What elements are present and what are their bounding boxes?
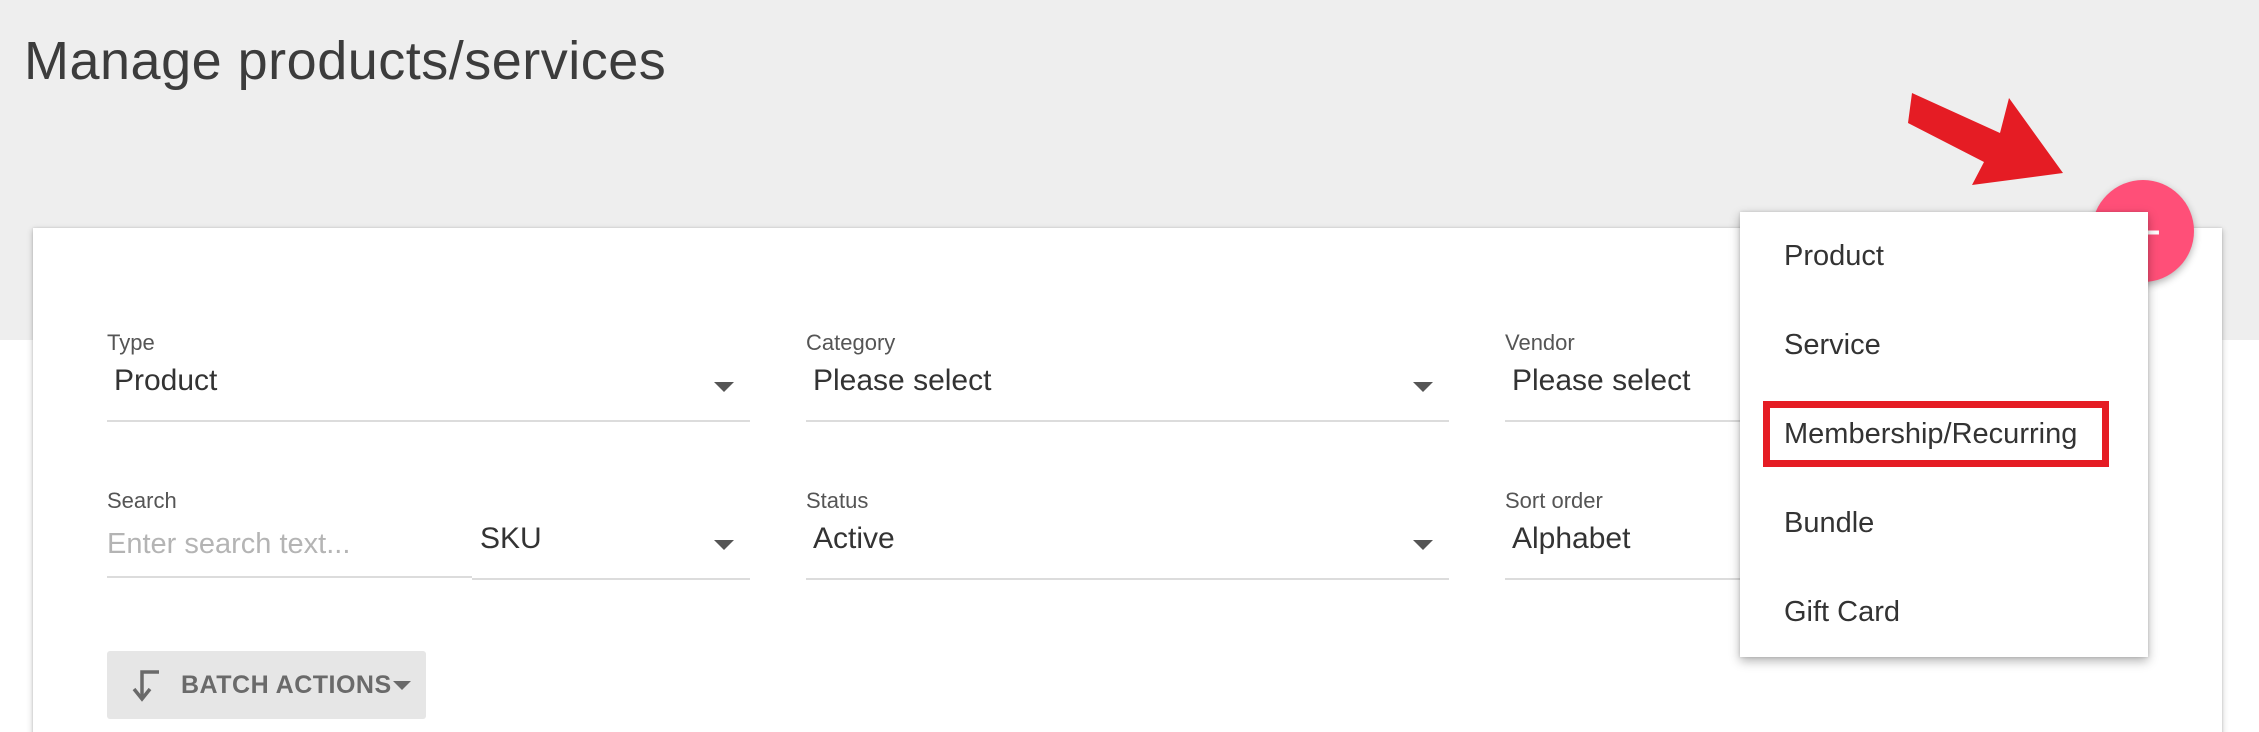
- search-label: Search: [107, 488, 177, 513]
- chevron-down-icon: [714, 540, 734, 550]
- search-field-select[interactable]: SKU: [472, 488, 750, 580]
- type-value: Product: [114, 364, 218, 397]
- vendor-label: Vendor: [1505, 330, 1575, 355]
- menu-item-gift-card[interactable]: Gift Card: [1784, 596, 1900, 629]
- sort-order-label: Sort order: [1505, 488, 1603, 513]
- chevron-down-icon: [714, 382, 734, 392]
- type-select[interactable]: Type Product: [107, 330, 750, 422]
- sort-order-value: Alphabet: [1512, 522, 1631, 555]
- status-select[interactable]: Status Active: [806, 488, 1449, 580]
- category-label: Category: [806, 330, 896, 355]
- type-label: Type: [107, 330, 155, 355]
- category-value: Please select: [813, 364, 992, 397]
- chevron-down-icon: [1413, 540, 1433, 550]
- search-field-value: SKU: [480, 522, 542, 555]
- menu-item-bundle[interactable]: Bundle: [1784, 507, 1874, 540]
- highlight-annotation: [1763, 401, 2109, 467]
- status-value: Active: [813, 522, 895, 555]
- search-field: Search: [107, 488, 472, 578]
- vendor-value: Please select: [1512, 364, 1691, 397]
- menu-item-service[interactable]: Service: [1784, 329, 1881, 362]
- chevron-down-icon: [393, 681, 411, 690]
- page: Manage products/services Type Product Ca…: [0, 0, 2259, 732]
- page-title: Manage products/services: [24, 31, 667, 91]
- batch-actions-button[interactable]: BATCH ACTIONS: [107, 651, 426, 719]
- status-label: Status: [806, 488, 869, 513]
- return-arrow-icon: [129, 669, 163, 708]
- batch-actions-label: BATCH ACTIONS: [181, 671, 392, 699]
- chevron-down-icon: [1413, 382, 1433, 392]
- category-select[interactable]: Category Please select: [806, 330, 1449, 422]
- search-input[interactable]: [107, 522, 467, 566]
- arrow-annotation-icon: [1908, 93, 2063, 185]
- menu-item-product[interactable]: Product: [1784, 240, 1884, 273]
